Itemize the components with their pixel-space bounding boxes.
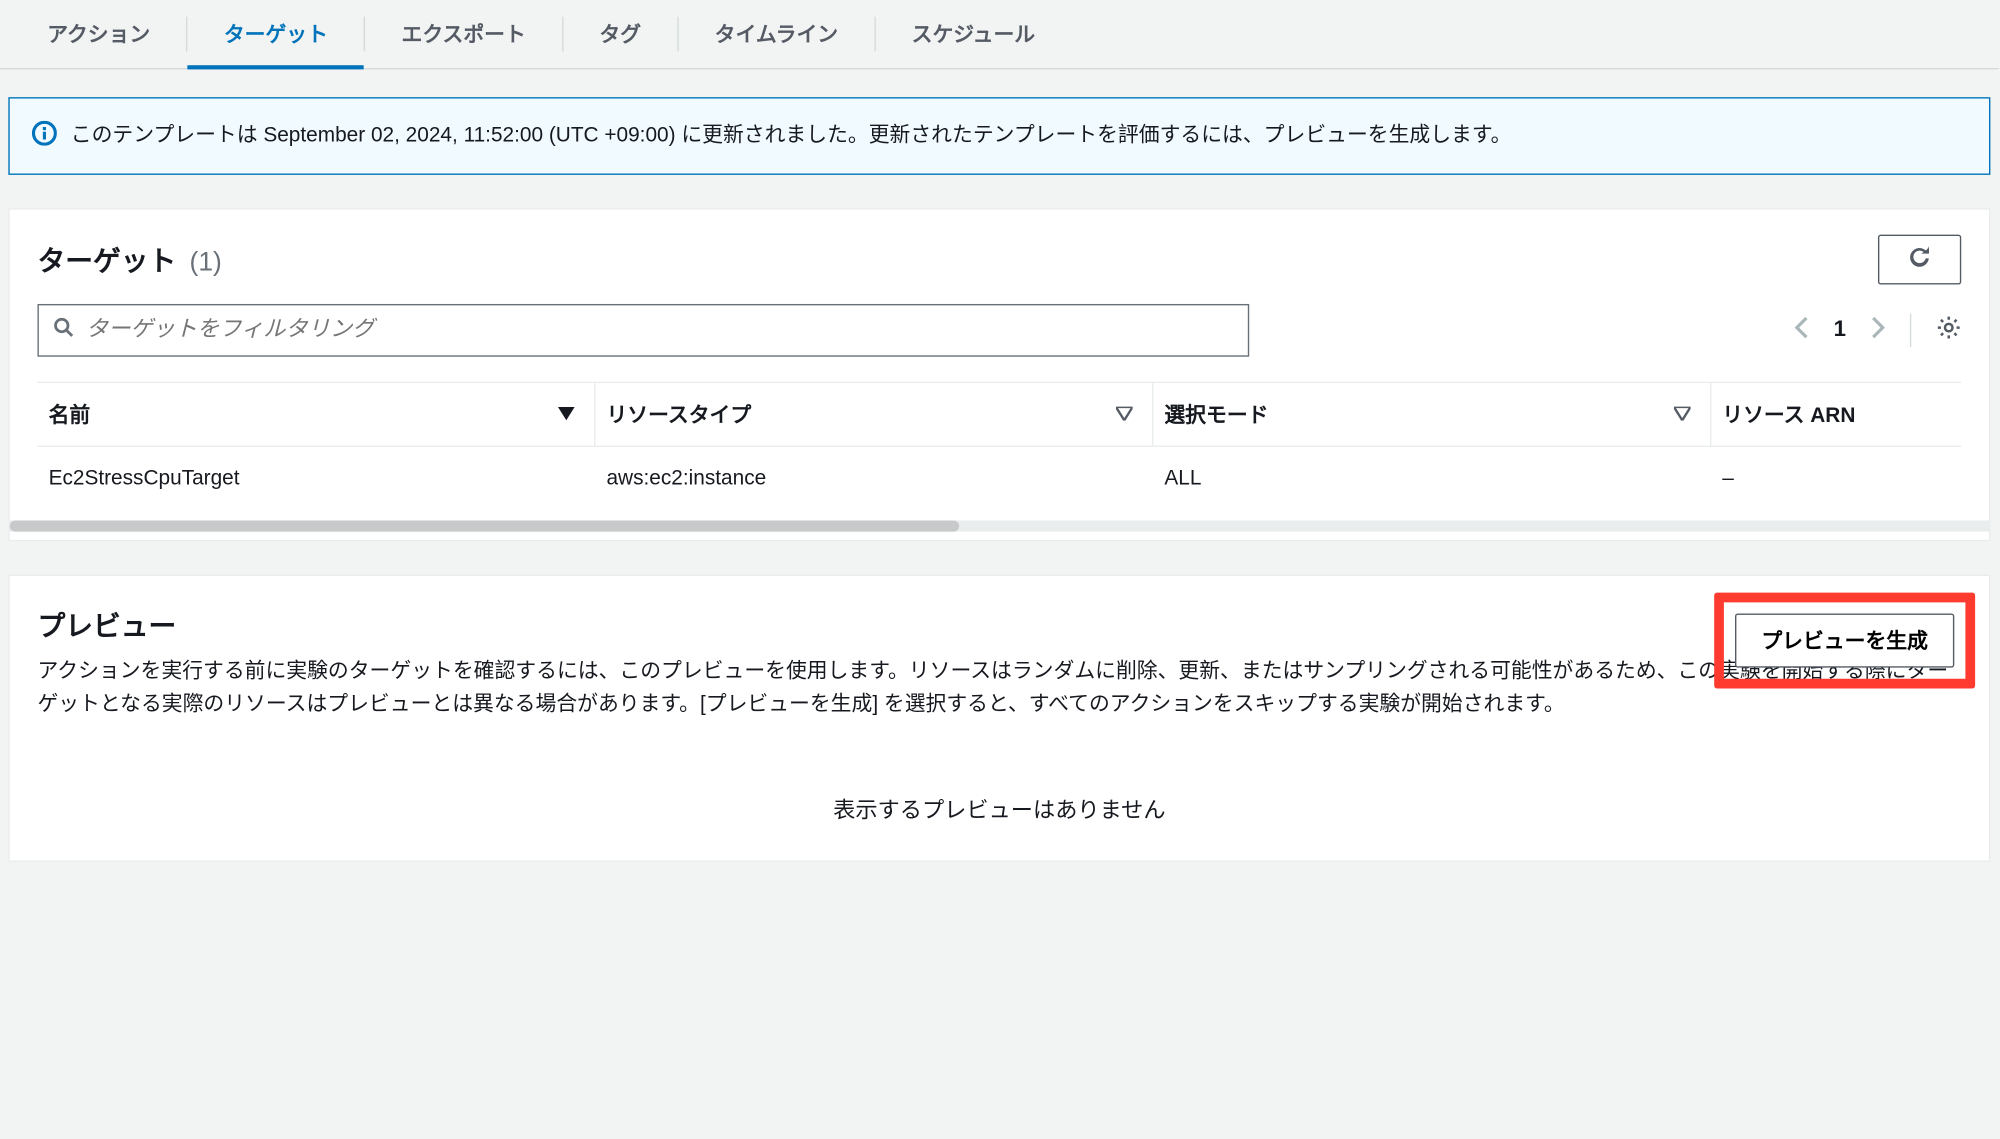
refresh-icon <box>1907 244 1932 273</box>
filter-box[interactable] <box>37 303 1249 356</box>
sort-icon <box>1674 402 1691 426</box>
page-number: 1 <box>1834 317 1846 342</box>
cell-resource-type: aws:ec2:instance <box>595 446 1153 508</box>
filter-input[interactable] <box>86 317 1234 342</box>
tab-tag[interactable]: タグ <box>563 0 677 68</box>
highlight-annotation: プレビューを生成 <box>1714 592 1975 688</box>
pagination: 1 <box>1795 313 1961 346</box>
table-header: 名前 リソースタイプ 選択モード リソース ARN <box>37 381 1961 445</box>
horizontal-scrollbar[interactable] <box>10 520 1989 531</box>
tab-export[interactable]: エクスポート <box>365 0 561 68</box>
page-next[interactable] <box>1871 316 1885 342</box>
generate-preview-button[interactable]: プレビューを生成 <box>1735 613 1954 667</box>
tab-timeline[interactable]: タイムライン <box>679 0 875 68</box>
cell-name: Ec2StressCpuTarget <box>37 446 595 508</box>
sort-desc-icon <box>558 402 575 426</box>
col-selection-mode[interactable]: 選択モード <box>1153 382 1711 444</box>
preview-description: アクションを実行する前に実験のターゲットを確認するには、このプレビューを使用しま… <box>37 654 1961 721</box>
preview-empty-text: 表示するプレビューはありません <box>37 790 1961 823</box>
tab-action[interactable]: アクション <box>11 0 186 68</box>
col-resource-arn[interactable]: リソース ARN <box>1711 382 1961 444</box>
tab-bar: アクション ターゲット エクスポート タグ タイムライン スケジュール <box>0 0 1999 69</box>
preview-panel: プレビュー アクションを実行する前に実験のターゲットを確認するには、このプレビュ… <box>8 574 1990 861</box>
info-icon <box>32 121 57 150</box>
targets-count: (1) <box>190 248 222 277</box>
cell-resource-arn: – <box>1711 446 1961 508</box>
refresh-button[interactable] <box>1878 234 1961 284</box>
col-resource-type[interactable]: リソースタイプ <box>595 382 1153 444</box>
table-row[interactable]: Ec2StressCpuTarget aws:ec2:instance ALL … <box>37 445 1961 509</box>
settings-button[interactable] <box>1936 315 1961 344</box>
search-icon <box>53 316 75 342</box>
info-banner: このテンプレートは September 02, 2024, 11:52:00 (… <box>8 97 1990 174</box>
banner-text: このテンプレートは September 02, 2024, 11:52:00 (… <box>71 118 1512 153</box>
targets-title-text: ターゲット <box>37 247 176 278</box>
tab-target[interactable]: ターゲット <box>188 0 364 68</box>
col-name[interactable]: 名前 <box>37 382 595 444</box>
targets-panel: ターゲット (1) 1 <box>8 208 1990 541</box>
scrollbar-thumb[interactable] <box>10 520 960 531</box>
cell-selection-mode: ALL <box>1153 446 1711 508</box>
sort-icon <box>1116 402 1133 426</box>
tab-schedule[interactable]: スケジュール <box>876 0 1072 68</box>
preview-title: プレビュー <box>37 603 1961 643</box>
page-prev[interactable] <box>1795 316 1809 342</box>
targets-title: ターゲット (1) <box>37 239 221 279</box>
